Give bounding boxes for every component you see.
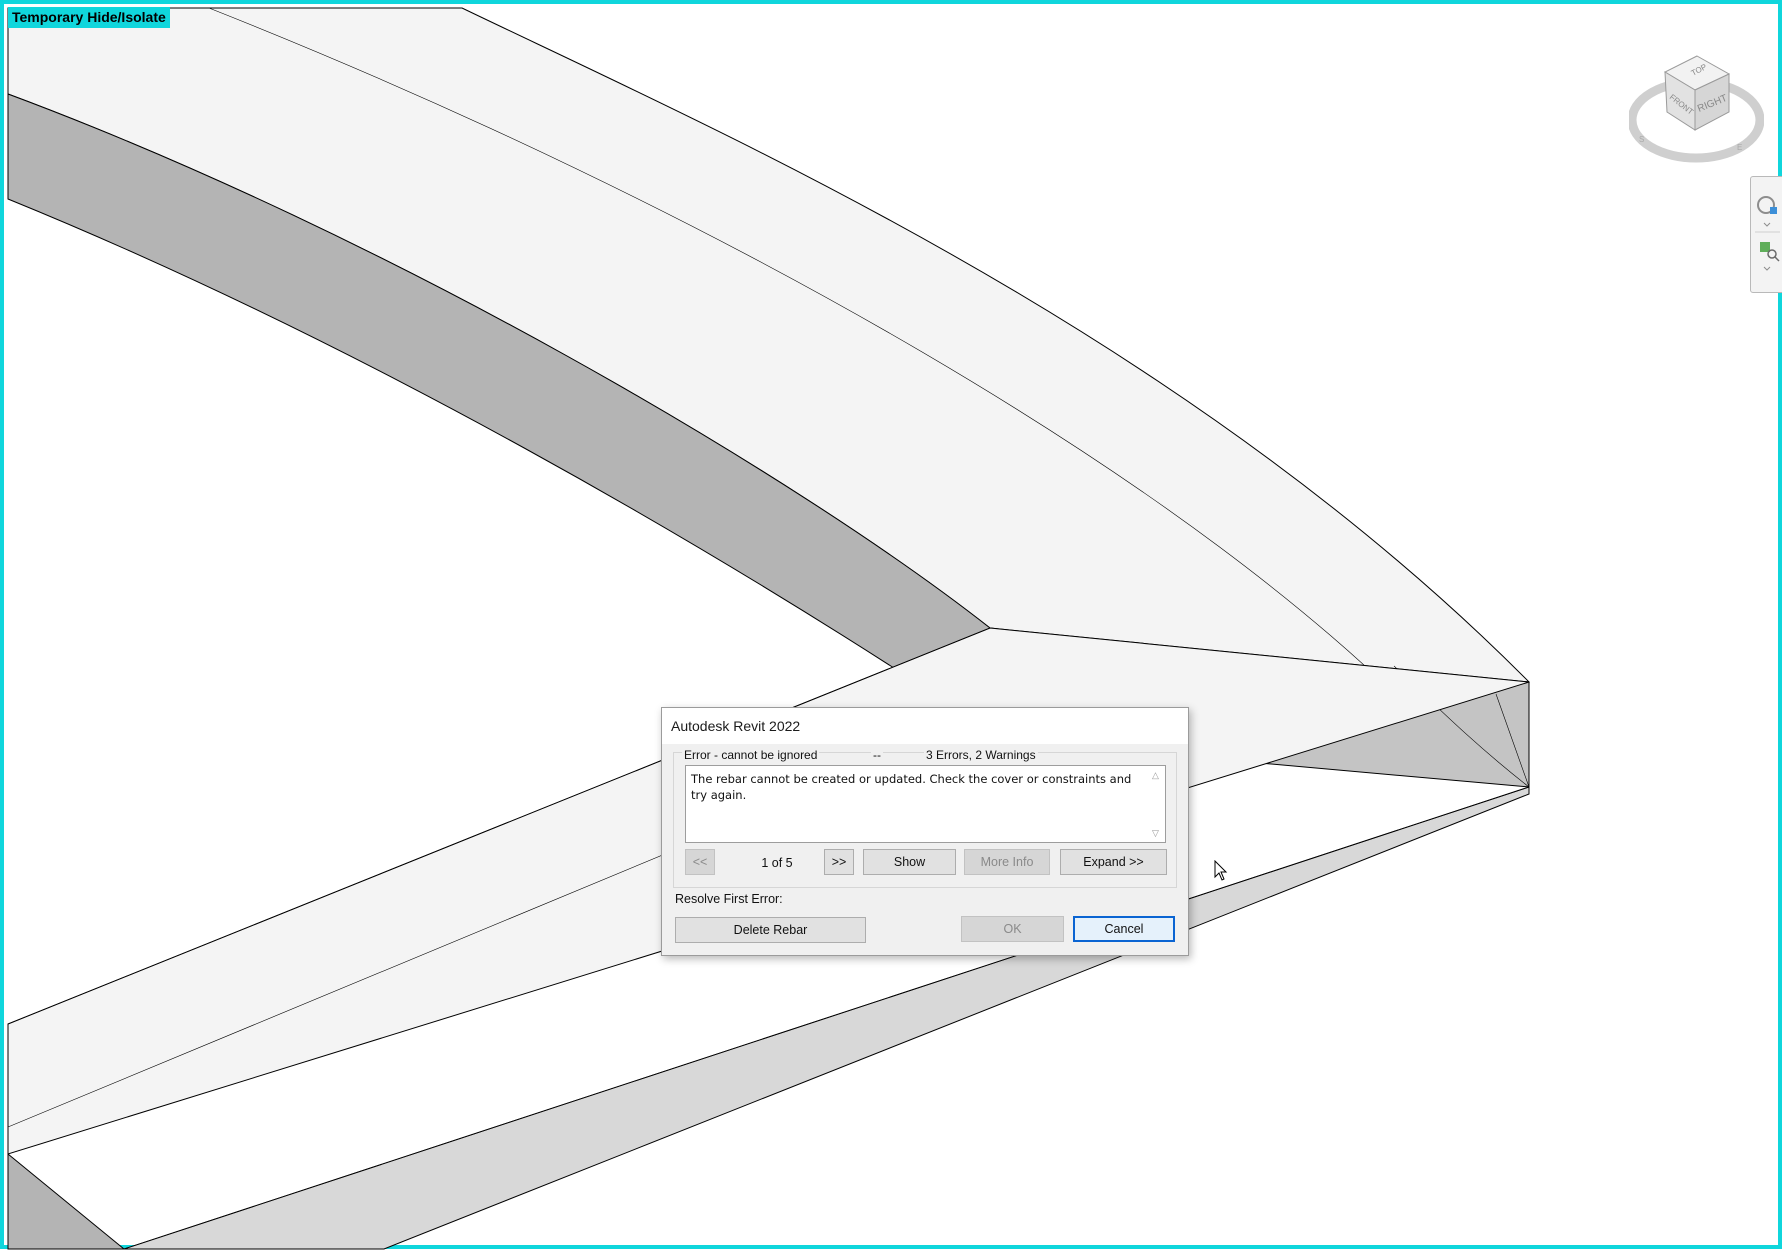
scroll-up-icon[interactable]: △ (1152, 770, 1159, 780)
lower-left-dark-face (7, 1152, 126, 1250)
message-scrollbar[interactable]: △ ▽ (1148, 766, 1165, 842)
header-separator: -- (871, 748, 883, 762)
3d-viewport[interactable]: Temporary Hide/Isolate TOP FRONT RIGHT S… (0, 0, 1782, 1250)
previous-error-button[interactable]: << (685, 849, 715, 875)
upper-beam-top-face (7, 7, 1530, 695)
resolve-first-error-label: Resolve First Error: (675, 892, 783, 906)
error-message-text: The rebar cannot be created or updated. … (691, 772, 1132, 802)
navigation-bar (1750, 176, 1782, 293)
viewcube[interactable]: TOP FRONT RIGHT S E (1629, 52, 1764, 170)
mouse-cursor-icon (1214, 860, 1228, 881)
cancel-button[interactable]: Cancel (1073, 916, 1175, 942)
delete-rebar-button[interactable]: Delete Rebar (675, 917, 866, 943)
dialog-titlebar[interactable]: Autodesk Revit 2022 (662, 708, 1188, 744)
model-geometry[interactable] (4, 4, 1782, 1253)
expand-button[interactable]: Expand >> (1060, 849, 1167, 875)
temporary-hide-isolate-label: Temporary Hide/Isolate (8, 7, 170, 28)
error-dialog: Autodesk Revit 2022 Error - cannot be ig… (661, 707, 1189, 956)
show-button[interactable]: Show (863, 849, 956, 875)
dialog-title: Autodesk Revit 2022 (671, 718, 801, 734)
ok-button[interactable]: OK (961, 916, 1064, 942)
error-message-box[interactable]: The rebar cannot be created or updated. … (685, 765, 1166, 843)
zoom-icon[interactable] (1760, 242, 1780, 271)
viewcube-compass-south: S (1639, 135, 1644, 144)
error-severity-label: Error - cannot be ignored (682, 748, 820, 762)
steering-wheel-icon[interactable] (1757, 196, 1777, 227)
next-error-button[interactable]: >> (824, 849, 854, 875)
error-summary-label: 3 Errors, 2 Warnings (924, 748, 1038, 762)
scroll-down-icon[interactable]: ▽ (1152, 828, 1159, 838)
viewcube-compass-east: E (1737, 143, 1742, 152)
error-counter: 1 of 5 (761, 856, 793, 870)
more-info-button[interactable]: More Info (964, 849, 1050, 875)
